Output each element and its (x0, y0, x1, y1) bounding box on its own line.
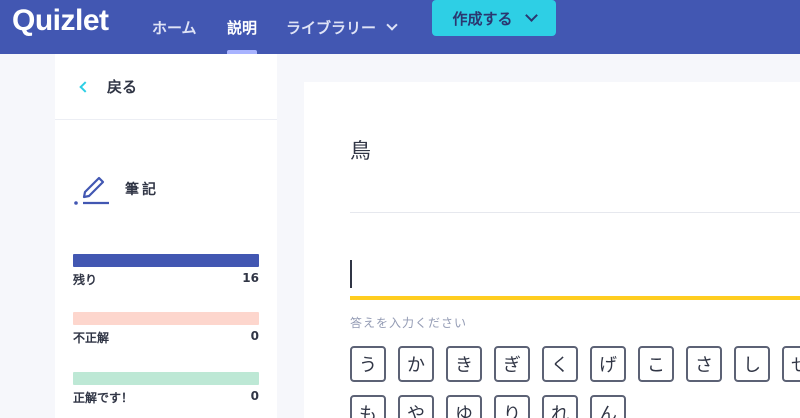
kana-key[interactable]: ゆ (446, 395, 482, 418)
progress-count: 0 (250, 329, 259, 343)
kana-key[interactable]: ぎ (494, 346, 530, 382)
study-mode-label: 筆記 (125, 182, 159, 198)
quizlet-logo[interactable]: Quizlet (12, 4, 109, 38)
nav-library-label: ライブラリー (286, 18, 377, 37)
pen-write-icon (73, 172, 111, 206)
create-button-label: 作成する (452, 9, 513, 28)
divider (350, 212, 800, 213)
back-button[interactable]: 戻る (55, 54, 277, 120)
chevron-left-icon (79, 80, 91, 93)
question-card: 鳥 答えを入力ください う か き ぎ く げ こ さ し せ も や ゆ り … (304, 82, 800, 418)
progress-bar (73, 254, 259, 267)
kana-key[interactable]: り (494, 395, 530, 418)
progress-label: 正解です！ (73, 391, 134, 405)
progress-count: 16 (242, 271, 259, 285)
nav-home[interactable]: ホーム (152, 0, 197, 54)
kana-key[interactable]: や (398, 395, 434, 418)
nav-explain[interactable]: 説明 (227, 0, 258, 54)
kana-key[interactable]: も (350, 395, 386, 418)
kana-key[interactable]: れ (542, 395, 578, 418)
progress-incorrect: 不正解 0 (73, 312, 259, 346)
progress-count: 0 (250, 389, 259, 403)
text-caret (350, 260, 352, 288)
progress-bar (73, 372, 259, 385)
progress-label: 残り (73, 273, 98, 287)
study-sidebar: 戻る 筆記 残り 16 不正解 0 正解です！ 0 (55, 54, 277, 418)
kana-key[interactable]: さ (686, 346, 722, 382)
kana-key[interactable]: か (398, 346, 434, 382)
kana-key[interactable]: き (446, 346, 482, 382)
create-button[interactable]: 作成する (432, 0, 556, 36)
top-nav-bar: Quizlet ホーム 説明 ライブラリー 作成する (0, 0, 800, 54)
kana-key[interactable]: う (350, 346, 386, 382)
answer-input[interactable] (350, 252, 800, 300)
kana-key[interactable]: げ (590, 346, 626, 382)
kana-key[interactable]: く (542, 346, 578, 382)
chevron-down-icon (524, 9, 538, 22)
kana-key[interactable]: ん (590, 395, 626, 418)
answer-hint: 答えを入力ください (350, 316, 468, 330)
kana-key[interactable]: し (734, 346, 770, 382)
progress-correct: 正解です！ 0 (73, 372, 259, 406)
progress-bar (73, 312, 259, 325)
kana-key[interactable]: こ (638, 346, 674, 382)
chevron-down-icon (386, 18, 398, 31)
progress-remaining: 残り 16 (73, 254, 259, 288)
kana-key[interactable]: せ (782, 346, 800, 382)
progress-label: 不正解 (73, 331, 110, 345)
question-term: 鳥 (350, 139, 371, 163)
study-mode: 筆記 (73, 172, 159, 206)
nav-library[interactable]: ライブラリー (286, 0, 398, 54)
back-button-label: 戻る (107, 78, 138, 96)
